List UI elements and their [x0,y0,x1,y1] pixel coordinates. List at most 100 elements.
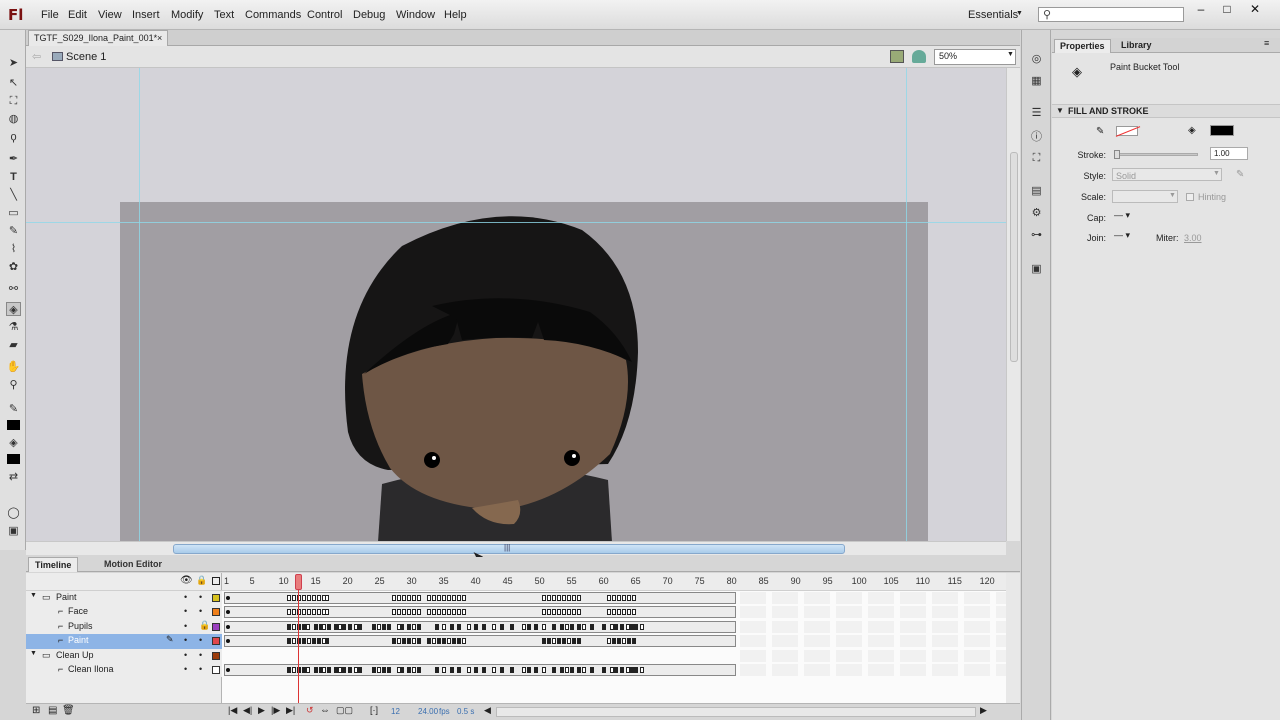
keyframe[interactable] [607,609,611,616]
miter-value[interactable]: 3.00 [1184,233,1202,243]
last-frame-icon[interactable]: ▶| [286,705,295,716]
menu-view[interactable]: View [98,9,122,21]
keyframe[interactable] [467,667,471,673]
first-frame-icon[interactable]: |◀ [228,705,237,716]
keyframe[interactable] [527,667,531,673]
keyframe[interactable] [327,623,331,630]
keyframe[interactable] [447,638,451,645]
keyframe[interactable] [582,667,586,673]
keyframe[interactable] [567,595,571,601]
keyframe[interactable] [412,595,416,601]
menu-help[interactable]: Help [444,9,467,21]
keyframe[interactable] [397,609,401,616]
keyframe[interactable] [412,638,416,645]
keyframe[interactable] [542,623,546,630]
keyframe[interactable] [552,609,556,616]
keyframe[interactable] [522,667,526,673]
motion-presets-icon[interactable]: ⊶ [1029,228,1044,241]
frame-ruler[interactable]: 1 5 10 15 20 25 30 35 40 45 50 55 60 65 70 75 80 85 90 95 10… [222,573,1006,591]
keyframe[interactable] [457,609,461,616]
keyframe[interactable] [627,595,631,601]
keyframe[interactable] [447,595,451,601]
keyframe[interactable] [462,609,466,616]
keyframe[interactable] [622,638,626,645]
keyframe[interactable] [640,667,644,673]
first-keyframe[interactable] [226,624,230,629]
scroll-right-icon[interactable]: ▶ [980,705,987,716]
playhead[interactable] [295,573,302,703]
keyframe[interactable] [462,595,466,601]
keyframe[interactable] [510,623,514,630]
keyframe[interactable] [640,623,644,630]
keyframe[interactable] [417,609,421,616]
brush-tool-icon[interactable]: ⌇ [6,242,21,256]
keyframe[interactable] [482,623,486,630]
keyframe[interactable] [435,667,439,673]
keyframe[interactable] [348,667,352,673]
keyframe[interactable] [417,667,421,673]
text-tool-icon[interactable]: T [6,170,21,184]
layer-color-swatch[interactable] [212,666,220,674]
keyframe[interactable] [527,623,531,630]
keyframe[interactable] [402,638,406,645]
chevron-down-icon[interactable]: ▼ [30,592,37,599]
keyframe[interactable] [602,623,606,630]
eyedropper-tool-icon[interactable]: ⚗ [6,320,21,334]
keyframe[interactable] [397,638,401,645]
first-keyframe[interactable] [226,668,230,672]
components-icon[interactable]: ⚙ [1029,206,1044,219]
zoom-tool-icon[interactable]: ⚲ [6,378,21,392]
chevron-down-icon[interactable]: ▼ [1007,51,1014,58]
loop-icon[interactable]: ↺ [306,705,314,716]
keyframe[interactable] [432,609,436,616]
keyframe[interactable] [407,609,411,616]
tab-timeline[interactable]: Timeline [28,557,79,572]
menu-modify[interactable]: Modify [171,9,203,21]
stage-horizontal-scrollbar[interactable]: ||| [26,541,1006,555]
layer-row[interactable]: ⌐ Face • • [26,605,222,620]
keyframe[interactable] [450,623,454,630]
keyframe[interactable] [437,638,441,645]
keyframe[interactable] [582,623,586,630]
keyframe[interactable] [552,667,556,673]
keyframe[interactable] [562,638,566,645]
layer-name[interactable]: Face [68,606,88,616]
keyframe[interactable] [442,595,446,601]
menu-text[interactable]: Text [214,9,234,21]
layer-row[interactable]: ⌐ Clean Ilona • • [26,663,222,678]
line-tool-icon[interactable]: ╲ [6,188,21,202]
frame-row[interactable] [222,605,1006,619]
layer-color-swatch[interactable] [212,651,220,660]
layer-color-swatch[interactable] [212,608,220,617]
hand-tool-icon[interactable]: ✋ [6,360,21,374]
keyframe[interactable] [577,595,581,601]
keyframe[interactable] [542,609,546,616]
keyframe[interactable] [392,595,396,601]
frame-grid[interactable]: 1 5 10 15 20 25 30 35 40 45 50 55 60 65 70 75 80 85 90 95 10… [222,573,1006,703]
keyframe[interactable] [442,623,446,630]
close-window-button[interactable]: ✕ [1242,2,1268,20]
keyframe[interactable] [500,667,504,673]
layer-row[interactable]: ⌐ Pupils • 🔒 [26,619,222,635]
eraser-tool-icon[interactable]: ▰ [6,338,21,352]
keyframe[interactable] [634,667,638,673]
keyframe[interactable] [314,667,318,673]
keyframe[interactable] [560,623,564,630]
fill-and-stroke-section[interactable]: ▼ FILL AND STROKE [1052,104,1280,118]
maximize-button[interactable]: □ [1214,2,1240,20]
keyframe[interactable] [522,623,526,630]
chevron-down-icon[interactable]: ▼ [30,650,37,657]
keyframe[interactable] [417,638,421,645]
lock-icon[interactable]: 🔒 [199,620,210,631]
layer-color-swatch[interactable] [212,622,220,631]
frame-row[interactable] [222,620,1006,634]
keyframe[interactable] [570,667,574,673]
keyframe[interactable] [565,667,569,673]
keyframe[interactable] [614,667,618,673]
keyframe[interactable] [577,638,581,645]
keyframe[interactable] [302,595,306,601]
keyframe[interactable] [542,595,546,601]
keyframe[interactable] [322,623,326,630]
keyframe[interactable] [387,667,391,673]
keyframe[interactable] [435,623,439,630]
